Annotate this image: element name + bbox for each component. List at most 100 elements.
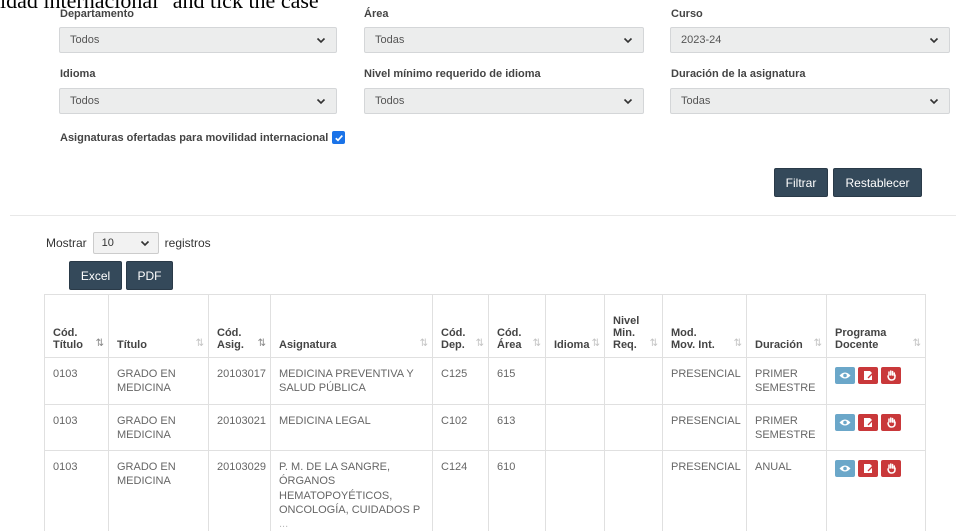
chevron-down-icon	[623, 96, 633, 106]
sort-icon: ⇅	[591, 338, 601, 349]
chevron-down-icon	[316, 96, 326, 106]
cell-titulo: GRADO EN MEDICINA	[108, 357, 209, 405]
sort-icon: ⇅	[95, 338, 105, 349]
cell-nivel	[604, 357, 663, 405]
cell-cod-titulo: 0103	[44, 357, 109, 405]
cell-cod-dep: C125	[432, 357, 489, 405]
col-header-programa[interactable]: Programa Docente ⇅	[826, 294, 926, 358]
col-header-asignatura[interactable]: Asignatura ⇅	[270, 294, 433, 358]
section-divider	[10, 215, 956, 216]
page-length-suffix: registros	[164, 236, 211, 250]
hand-icon	[886, 416, 896, 428]
document-edit-icon	[863, 371, 873, 380]
view-button[interactable]	[835, 367, 855, 384]
cell-cod-area: 613	[488, 403, 546, 452]
sort-icon: ⇅	[649, 338, 659, 349]
table-row: 0103 GRADO EN MEDICINA 20103021 MEDICINA…	[44, 403, 926, 452]
sort-icon: ⇅	[195, 338, 205, 349]
pdf-program-button[interactable]	[858, 460, 878, 478]
department-label: Departamento	[60, 8, 134, 20]
page-length-prefix: Mostrar	[46, 236, 87, 250]
cell-idioma	[545, 357, 605, 405]
cell-cod-area: 610	[488, 450, 546, 531]
eye-icon	[839, 465, 851, 472]
cell-idioma	[545, 403, 605, 452]
eye-icon	[839, 372, 851, 379]
duration-value: Todas	[681, 95, 711, 107]
page-length-control: Mostrar 10 registros	[46, 232, 211, 254]
hand-button[interactable]	[881, 460, 901, 478]
language-label: Idioma	[60, 68, 96, 80]
cell-duracion: PRIMER SEMESTRE	[746, 357, 827, 405]
chevron-down-icon	[316, 35, 326, 45]
sort-icon: ⇅	[733, 338, 743, 349]
chevron-down-icon	[140, 238, 150, 248]
area-select[interactable]: Todas	[364, 27, 644, 53]
cell-cod-asig: 20103021	[208, 403, 271, 452]
col-header-mod[interactable]: Mod. Mov. Int. ⇅	[662, 294, 747, 358]
cell-cod-titulo: 0103	[44, 450, 109, 531]
pdf-program-button[interactable]	[858, 413, 878, 431]
document-edit-icon	[863, 417, 873, 427]
department-value: Todos	[70, 34, 100, 46]
hand-button[interactable]	[881, 413, 901, 431]
course-select[interactable]: 2023-24	[670, 27, 950, 53]
cell-nivel	[604, 450, 663, 531]
reset-button[interactable]: Restablecer	[833, 168, 922, 197]
view-button[interactable]	[835, 413, 855, 431]
cell-duracion: ANUAL	[746, 450, 827, 531]
subjects-table: Cód. Título ⇅ Título ⇅ Cód. Asig. ⇅ Asignatur…	[44, 294, 926, 531]
hand-button[interactable]	[881, 367, 901, 384]
export-pdf-button[interactable]: PDF	[126, 261, 173, 290]
sort-icon: ⇅	[532, 338, 542, 349]
cell-mod: PRESENCIAL	[662, 357, 747, 405]
cell-cod-asig: 20103017	[208, 357, 271, 405]
col-header-cod-dep[interactable]: Cód. Dep. ⇅	[432, 294, 489, 358]
page-length-value: 10	[101, 237, 114, 249]
mobility-label: Asignaturas ofertadas para movilidad int…	[60, 131, 329, 144]
col-header-nivel[interactable]: Nivel Min. Req. ⇅	[604, 294, 663, 358]
check-icon	[335, 134, 343, 142]
sort-icon: ⇅	[257, 338, 267, 349]
duration-select[interactable]: Todas	[670, 88, 950, 114]
filter-button[interactable]: Filtrar	[774, 168, 828, 197]
language-value: Todos	[70, 95, 100, 107]
min-language-level-label: Nivel mínimo requerido de idioma	[364, 68, 541, 80]
min-language-level-select[interactable]: Todos	[364, 88, 644, 114]
col-header-cod-area[interactable]: Cód. Área ⇅	[488, 294, 546, 358]
page-length-select[interactable]: 10	[92, 232, 159, 254]
cell-titulo: GRADO EN MEDICINA	[108, 450, 209, 531]
cell-titulo: GRADO EN MEDICINA	[108, 403, 209, 452]
cell-asignatura: P. M. DE LA SANGRE, ÓRGANOS HEMATOPOYÉTI…	[270, 450, 433, 531]
mobility-checkbox[interactable]	[332, 131, 346, 144]
cell-cod-dep: C102	[432, 403, 489, 452]
col-header-duracion[interactable]: Duración ⇅	[746, 294, 827, 358]
cell-mod: PRESENCIAL	[662, 450, 747, 531]
col-header-cod-asig[interactable]: Cód. Asig. ⇅	[208, 294, 271, 358]
cell-nivel	[604, 403, 663, 452]
col-header-idioma[interactable]: Idioma ⇅	[545, 294, 605, 358]
area-value: Todas	[375, 34, 405, 46]
cell-asignatura: MEDICINA PREVENTIVA Y SALUD PÚBLICA	[270, 357, 433, 405]
pdf-program-button[interactable]	[858, 367, 878, 384]
hand-icon	[886, 463, 896, 474]
course-value: 2023-24	[681, 34, 722, 46]
table-row: 0103 GRADO EN MEDICINA 20103029 P. M. DE…	[44, 450, 926, 531]
cell-programa	[826, 450, 926, 531]
export-excel-button[interactable]: Excel	[69, 261, 122, 290]
eye-icon	[839, 419, 851, 426]
language-select[interactable]: Todos	[59, 88, 337, 114]
col-header-cod-titulo[interactable]: Cód. Título ⇅	[44, 294, 109, 358]
chevron-down-icon	[929, 35, 939, 45]
hand-icon	[886, 370, 896, 381]
cell-cod-titulo: 0103	[44, 403, 109, 452]
area-label: Área	[364, 8, 389, 20]
sort-icon: ⇅	[912, 338, 922, 349]
sort-icon: ⇅	[419, 338, 429, 349]
view-button[interactable]	[835, 460, 855, 478]
col-header-titulo[interactable]: Título ⇅	[108, 294, 209, 358]
cell-programa	[826, 357, 926, 405]
table-row: 0103 GRADO EN MEDICINA 20103017 MEDICINA…	[44, 357, 926, 405]
department-select[interactable]: Todos	[59, 27, 337, 53]
table-header-row: Cód. Título ⇅ Título ⇅ Cód. Asig. ⇅ Asignatur…	[44, 294, 926, 358]
